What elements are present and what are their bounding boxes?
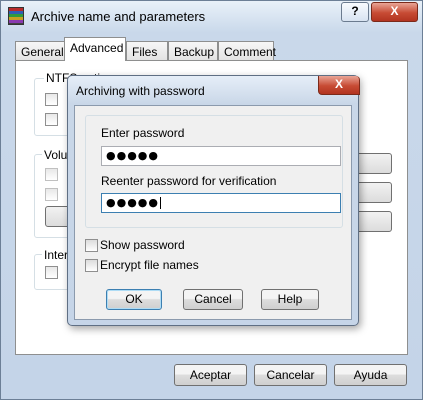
cancel-button[interactable]: Cancelar (254, 364, 327, 386)
volumes-checkbox-1[interactable] (45, 168, 58, 181)
tab-files[interactable]: Files (126, 41, 168, 60)
winrar-icon (8, 7, 24, 25)
help-button[interactable]: Ayuda (334, 364, 407, 386)
ntfs-checkbox-2[interactable] (45, 113, 58, 126)
tab-comment[interactable]: Comment (218, 41, 276, 60)
tab-advanced[interactable]: Advanced (64, 37, 126, 61)
reenter-password-input[interactable]: ●●●●● (101, 193, 341, 213)
text-caret (160, 197, 161, 209)
close-icon[interactable]: X (371, 2, 418, 22)
reenter-password-label: Reenter password for verification (101, 174, 277, 188)
password-mask: ●●●●● (106, 149, 159, 162)
ok-button[interactable]: OK (106, 289, 162, 310)
encrypt-file-names-checkbox[interactable] (85, 259, 98, 272)
volumes-checkbox-2[interactable] (45, 188, 58, 201)
password-dialog: Archiving with password X Enter password… (67, 75, 360, 326)
window-title: Archive name and parameters (31, 9, 206, 24)
reenter-password-mask: ●●●●● (106, 196, 159, 209)
tab-backup[interactable]: Backup (168, 41, 218, 60)
encrypt-file-names-label[interactable]: Encrypt file names (100, 258, 199, 272)
tab-general[interactable]: General (15, 41, 65, 60)
dialog-cancel-button[interactable]: Cancel (183, 289, 243, 310)
password-group: Enter password ●●●●● Reenter password fo… (85, 115, 343, 228)
dialog-close-icon[interactable]: X (318, 76, 360, 95)
dialog-help-button[interactable]: Help (261, 289, 319, 310)
show-password-label[interactable]: Show password (100, 238, 185, 252)
archive-parameters-window: Archive name and parameters ? X General … (0, 0, 423, 400)
accept-button[interactable]: Aceptar (174, 364, 247, 386)
ntfs-checkbox-1[interactable] (45, 93, 58, 106)
dialog-body: Enter password ●●●●● Reenter password fo… (74, 105, 352, 320)
show-password-checkbox[interactable] (85, 239, 98, 252)
enter-password-label: Enter password (101, 126, 185, 140)
help-icon[interactable]: ? (341, 2, 369, 22)
dialog-title: Archiving with password (76, 84, 205, 98)
password-input[interactable]: ●●●●● (101, 146, 341, 166)
interface-checkbox[interactable] (45, 266, 58, 279)
